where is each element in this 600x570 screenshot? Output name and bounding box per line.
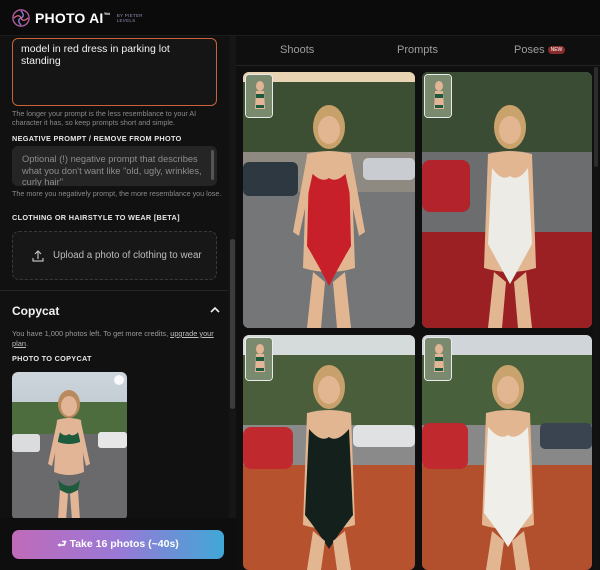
section-divider <box>0 290 228 291</box>
app-header: PHOTO AI™ BY PIETER LEVELS <box>0 0 600 36</box>
gallery-tabs: Shoots Prompts Poses NEW <box>236 36 600 66</box>
copycat-photo[interactable] <box>12 372 127 520</box>
tab-poses[interactable]: Poses NEW <box>514 44 566 56</box>
brand-tagline: BY PIETER LEVELS <box>116 12 143 23</box>
remove-photo-icon[interactable] <box>114 375 124 385</box>
reference-thumbnail[interactable] <box>424 337 452 381</box>
reference-thumbnail-image <box>246 75 272 117</box>
brand-name[interactable]: PHOTO AI™ <box>35 10 111 26</box>
gallery-photo[interactable] <box>243 335 415 570</box>
tab-prompts[interactable]: Prompts <box>397 44 438 56</box>
settings-scrollbar-thumb[interactable] <box>230 239 235 409</box>
reference-thumbnail-image <box>425 75 451 117</box>
gallery-photo[interactable] <box>422 335 592 570</box>
settings-scrollbar[interactable] <box>229 36 236 570</box>
gallery-panel: Shoots Prompts Poses NEW <box>236 36 600 570</box>
credits-text: You have 1,000 photos left. To get more … <box>12 329 214 348</box>
reference-thumbnail[interactable] <box>245 74 273 118</box>
reference-thumbnail-image <box>246 338 272 380</box>
clothing-label: CLOTHING OR HAIRSTYLE TO WEAR [BETA] <box>12 213 180 222</box>
negative-prompt-input[interactable]: Optional (!) negative prompt that descri… <box>12 146 217 186</box>
reference-thumbnail-image <box>425 338 451 380</box>
copycat-title[interactable]: Copycat <box>12 304 59 318</box>
tab-shoots[interactable]: Shoots <box>280 44 314 56</box>
take-photos-button[interactable]: ⮐ Take 16 photos (~40s) <box>12 530 224 559</box>
gallery-photo[interactable] <box>243 72 415 328</box>
photo-ai-logo-icon[interactable] <box>12 8 30 27</box>
negative-prompt-label: NEGATIVE PROMPT / REMOVE FROM PHOTO <box>12 134 182 143</box>
settings-panel: model in red dress in parking lot standi… <box>0 36 236 570</box>
photo-to-copycat-label: PHOTO TO COPYCAT <box>12 354 92 363</box>
new-badge: NEW <box>547 46 566 55</box>
cta-area: ⮐ Take 16 photos (~40s) <box>0 518 236 570</box>
gallery-scrollbar-thumb[interactable] <box>594 67 598 167</box>
reference-thumbnail[interactable] <box>245 337 273 381</box>
upload-icon <box>32 249 44 262</box>
chevron-up-icon[interactable] <box>209 305 221 315</box>
negative-prompt-hint: The more you negatively prompt, the more… <box>12 189 222 198</box>
gallery-photo[interactable] <box>422 72 592 328</box>
copycat-photo-image <box>12 372 127 520</box>
reference-thumbnail[interactable] <box>424 74 452 118</box>
gallery-scrollbar[interactable] <box>593 67 599 570</box>
negative-prompt-scrollbar[interactable] <box>211 150 214 180</box>
prompt-input[interactable]: model in red dress in parking lot standi… <box>12 38 217 106</box>
upload-label: Upload a photo of clothing to wear <box>53 250 202 261</box>
prompt-hint: The longer your prompt is the less resem… <box>12 109 197 127</box>
clothing-upload-button[interactable]: Upload a photo of clothing to wear <box>12 231 217 280</box>
negative-prompt-placeholder: Optional (!) negative prompt that descri… <box>22 154 202 186</box>
